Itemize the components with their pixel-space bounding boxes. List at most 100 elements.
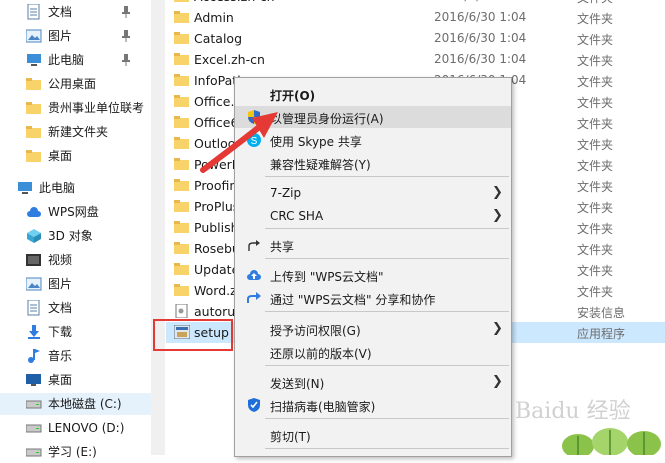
menu-item-label: CRC SHA	[270, 209, 324, 223]
sidebar-item[interactable]: 此电脑	[0, 177, 151, 199]
folder-icon	[174, 94, 190, 108]
file-row[interactable]: Excel.zh-cn 2016/6/30 1:04 文件夹	[166, 49, 665, 70]
menu-item-label: 通过 "WPS云文档" 分享和协作	[270, 293, 436, 307]
download-icon	[26, 324, 42, 340]
menu-item-label: 以管理员身份运行(A)	[270, 112, 384, 126]
share-icon	[246, 237, 262, 253]
menu-item[interactable]: 以管理员身份运行(A)	[235, 106, 511, 128]
computer-icon	[17, 180, 33, 196]
file-icon	[174, 303, 190, 319]
sidebar-item[interactable]: 贵州事业单位联考	[0, 97, 151, 119]
sidebar-item-label: 学习 (E:)	[48, 445, 97, 459]
file-name: PowerP	[194, 157, 240, 172]
file-type: 文件夹	[577, 138, 614, 152]
sidebar-item[interactable]: 下载	[0, 321, 151, 343]
file-name: Rosebu	[194, 241, 240, 256]
menu-item[interactable]: 通过 "WPS云文档" 分享和协作	[235, 287, 511, 309]
file-type: 文件夹	[577, 285, 614, 299]
sidebar-item[interactable]: 桌面	[0, 145, 151, 167]
file-type: 安装信息	[577, 306, 626, 320]
sidebar-item[interactable]: 本地磁盘 (C:)	[0, 393, 151, 415]
sidebar-item-label: 此电脑	[48, 53, 85, 67]
sidebar-item[interactable]: 文档	[0, 297, 151, 319]
menu-item-label: 7-Zip	[270, 186, 302, 200]
sidebar-item-label: 贵州事业单位联考	[48, 101, 145, 115]
leaf-decoration-icon	[562, 428, 661, 455]
file-row[interactable]: Admin 2016/6/30 1:04 文件夹	[166, 7, 665, 28]
document-icon	[26, 300, 42, 316]
menu-separator	[265, 258, 509, 259]
sidebar-item[interactable]: 新建文件夹	[0, 121, 151, 143]
file-row[interactable]: Access.zh-cn 2016/6/30 1:04 文件夹	[166, 0, 665, 7]
chevron-right-icon: ❯	[492, 321, 503, 336]
sidebar-item[interactable]: 学习 (E:)	[0, 441, 151, 463]
menu-item[interactable]: CRC SHA ❯	[235, 205, 511, 227]
sidebar-item[interactable]: 图片	[0, 273, 151, 295]
sidebar-item-label: LENOVO (D:)	[48, 421, 125, 435]
folder-icon	[26, 148, 42, 164]
menu-item[interactable]: 上传到 "WPS云文档"	[235, 264, 511, 286]
file-name: Catalog	[194, 31, 243, 46]
menu-item[interactable]: 授予访问权限(G) ❯	[235, 318, 511, 340]
file-row[interactable]: Catalog 2016/6/30 1:04 文件夹	[166, 28, 665, 49]
pin-icon	[121, 30, 131, 42]
chevron-right-icon: ❯	[492, 185, 503, 200]
annotation-highlight-box	[153, 319, 233, 351]
folder-icon	[26, 100, 42, 116]
drive-icon	[26, 420, 42, 436]
folder-icon	[174, 220, 190, 234]
folder-icon	[174, 73, 190, 87]
navigation-pane-scrollbar[interactable]	[151, 0, 165, 455]
sidebar-item-label: 下载	[48, 325, 73, 339]
sidebar-item[interactable]: 视频	[0, 249, 151, 271]
file-type: 文件夹	[577, 96, 614, 110]
sidebar-item[interactable]: WPS网盘	[0, 201, 151, 223]
sidebar-item[interactable]: 文档	[0, 1, 151, 23]
sidebar-item[interactable]: 桌面	[0, 369, 151, 391]
file-type: 应用程序	[577, 327, 626, 341]
sidebar-item[interactable]: 此电脑	[0, 49, 151, 71]
skype-icon: S	[246, 132, 262, 148]
sidebar-item-label: WPS网盘	[48, 205, 99, 219]
menu-item[interactable]: 扫描病毒(电脑管家)	[235, 394, 511, 416]
menu-item[interactable]: 7-Zip ❯	[235, 182, 511, 204]
file-name: Excel.zh-cn	[194, 52, 265, 67]
menu-item[interactable]: 还原以前的版本(V)	[235, 341, 511, 363]
file-name: Proofin	[194, 178, 238, 193]
menu-item[interactable]: 打开(O)	[235, 83, 511, 105]
menu-separator	[265, 418, 509, 419]
menu-item[interactable]: 兼容性疑难解答(Y)	[235, 152, 511, 174]
file-date: 2016/6/30 1:04	[434, 0, 526, 3]
chevron-right-icon: ❯	[492, 374, 503, 389]
file-name: Publish	[194, 220, 239, 235]
sidebar-item-label: 文档	[48, 301, 73, 315]
file-name: Admin	[194, 10, 234, 25]
guard-icon	[246, 397, 262, 413]
sidebar-item[interactable]: 图片	[0, 25, 151, 47]
menu-item[interactable]: S 使用 Skype 共享	[235, 129, 511, 151]
file-date: 2016/6/30 1:04	[434, 31, 527, 45]
file-name: Office6	[194, 115, 239, 130]
computer-icon	[26, 52, 42, 68]
menu-item-label: 上传到 "WPS云文档"	[270, 270, 384, 284]
menu-separator	[265, 228, 509, 229]
picture-icon	[26, 276, 42, 292]
sidebar-item-label: 音乐	[48, 349, 73, 363]
folder-icon	[174, 115, 190, 129]
file-type: 文件夹	[577, 180, 614, 194]
folder-icon	[26, 124, 42, 140]
menu-item[interactable]: 共享	[235, 234, 511, 256]
menu-item[interactable]: 剪切(T)	[235, 424, 511, 446]
sidebar-item[interactable]: 公用桌面	[0, 73, 151, 95]
file-name: Outloo	[194, 136, 236, 151]
menu-item[interactable]: 发送到(N) ❯	[235, 371, 511, 393]
sidebar-item[interactable]: 3D 对象	[0, 225, 151, 247]
file-name: ProPlus	[194, 199, 240, 214]
folder-icon	[174, 136, 190, 150]
sidebar-item[interactable]: 音乐	[0, 345, 151, 367]
cloud-icon	[26, 204, 42, 220]
sidebar-item[interactable]: LENOVO (D:)	[0, 417, 151, 439]
menu-item-label: 还原以前的版本(V)	[270, 347, 372, 361]
sidebar-item-label: 文档	[48, 5, 73, 19]
menu-item-label: 授予访问权限(G)	[270, 324, 361, 338]
